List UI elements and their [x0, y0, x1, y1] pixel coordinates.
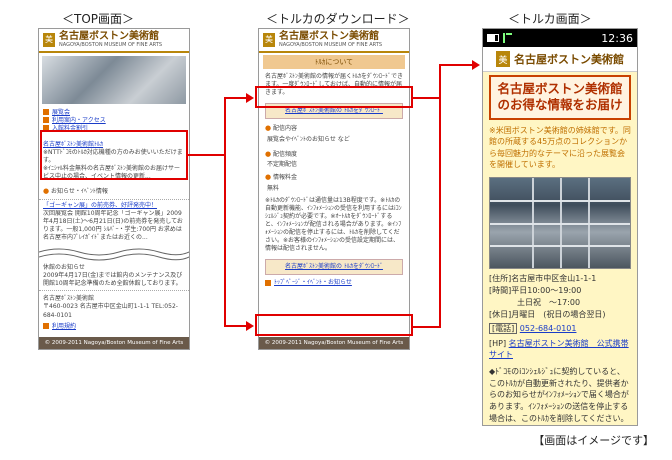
site-header: 美 名古屋ボストン美術館 NAGOYA/BOSTON MUSEUM OF FIN…	[259, 29, 409, 53]
site-header: 美 名古屋ボストン美術館 NAGOYA/BOSTON MUSEUM OF FIN…	[39, 29, 189, 53]
menu-bullet-icon	[43, 117, 49, 124]
notes-text: ※ﾄﾙｶのﾀﾞｳﾝﾛｰﾄﾞは通信量は13B程度です。※ﾄﾙｶの自動更新機能、ｲﾝ…	[265, 196, 402, 253]
intro-text: ※米国ボストン美術館の姉妹館です。同館の所蔵する45万点のコレクションから毎回魅…	[489, 125, 631, 170]
closed-text: 2009年4月17日(金)までは館内のメンテナンス及び開館10周年記念準備のため…	[43, 272, 183, 288]
arrow-line	[413, 97, 441, 99]
arrow-line	[224, 97, 226, 156]
torca-screen: 12:36 美 名古屋ボストン美術館 名古屋ボストン美術館 のお得な情報をお届け…	[482, 28, 638, 426]
arrow-line	[413, 326, 441, 328]
site-subtitle: NAGOYA/BOSTON MUSEUM OF FINE ARTS	[279, 41, 383, 48]
clock: 12:36	[601, 31, 633, 45]
tel-label: [電話]	[489, 322, 518, 334]
address-text: [住所]名古屋市中区金山1-1-1	[489, 273, 597, 283]
phone-status-bar: 12:36	[483, 29, 637, 47]
hp-link[interactable]: 名古屋ボストン美術館 公式携帯サイト	[489, 339, 629, 359]
arrow-line	[188, 154, 226, 156]
site-title: 名古屋ボストン美術館	[279, 31, 379, 42]
content-text: 展覧会やｲﾍﾞﾝﾄのお知らせ など	[267, 135, 350, 143]
terms-link-row[interactable]: 利用規約	[43, 323, 185, 331]
freq-text: 不定期配信	[267, 161, 298, 169]
info-block: [住所]名古屋市中区金山1-1-1 [時間]平日10:00～19:00 土日祝 …	[483, 273, 637, 321]
arrow-line	[439, 64, 473, 66]
arrow-line	[224, 156, 226, 326]
hours-weekend: 土日祝 ～17:00	[517, 297, 581, 307]
arrow-head-icon	[246, 321, 254, 331]
menu-item-access[interactable]: 利用案内・アクセス	[43, 117, 185, 125]
site-title: 名古屋ボストン美術館	[59, 31, 159, 42]
closed-notice: 休館のお知らせ 2009年4月17日(金)までは館内のメンテナンス及び開館10周…	[39, 262, 189, 290]
info-link-row[interactable]: ● お知らせ・ｲﾍﾞﾝﾄ情報	[39, 184, 189, 199]
footer-copyright: © 2009-2011 Nagoya/Boston Museum of Fine…	[259, 337, 409, 349]
caption-top: ＜TOP画面＞	[62, 12, 135, 26]
museum-photo	[489, 176, 631, 269]
caption-download: ＜トルカのダウンロード＞	[266, 12, 410, 26]
arrow-line	[224, 97, 248, 99]
fee-label: 情報料金	[273, 174, 298, 182]
menu-bullet-icon	[43, 109, 49, 116]
exhibit-news: 「ゴーギャン展」の前売券、好評発売中！ 次回展覧会 開館10周年記念「ゴーギャン…	[39, 198, 189, 244]
download-link-bottom[interactable]: 名古屋ﾎﾞｽﾄﾝ美術館の ﾄﾙｶをﾀﾞｳﾝﾛｰﾄﾞ	[265, 259, 403, 276]
banner-line2: のお得な情報をお届け	[497, 97, 623, 113]
tel-link[interactable]: 052-684-0101	[520, 324, 577, 333]
banner-line1: 名古屋ボストン美術館	[497, 81, 623, 96]
hp-row[interactable]: [HP] 名古屋ボストン美術館 公式携帯サイト	[483, 336, 637, 362]
exhibit-text: 次回展覧会 開館10周年記念「ゴーギャン展」2009年4月18日(土)～6月21…	[43, 210, 183, 242]
arrow-head-icon	[246, 93, 254, 103]
info-link: お知らせ・ｲﾍﾞﾝﾄ情報	[51, 187, 108, 195]
menu-bullet-icon	[265, 279, 271, 286]
content-label: 配信内容	[273, 125, 298, 133]
menu-item-exhibition[interactable]: 展覧会	[43, 109, 185, 117]
terms-link: 利用規約	[52, 322, 77, 330]
hero-photo	[42, 55, 186, 104]
address-block: 名古屋ﾎﾞｽﾄﾝ美術館 〒460-0023 名古屋市中区金山町1-1-1 TEL…	[39, 290, 189, 334]
arrow-head-icon	[472, 60, 480, 70]
arrow-line	[439, 64, 441, 328]
signal-icon	[503, 33, 512, 43]
closed-title: 休館のお知らせ	[43, 264, 85, 272]
section-title: ﾄﾙｶについて	[263, 54, 405, 69]
top-screen: 美 名古屋ボストン美術館 NAGOYA/BOSTON MUSEUM OF FIN…	[38, 28, 190, 350]
torn-edge	[39, 248, 189, 261]
battery-icon	[487, 34, 499, 42]
back-link[interactable]: ﾄｯﾌﾟﾍﾟｰｼﾞ・ｲﾍﾞﾝﾄ・お知らせ	[259, 278, 409, 288]
app-title: 名古屋ボストン美術館	[514, 53, 624, 66]
address-text: 〒460-0023 名古屋市中区金山町1-1-1 TEL:052-684-010…	[43, 303, 178, 319]
highlight-download-top	[255, 86, 413, 108]
exhibit-title[interactable]: 「ゴーギャン展」の前売券、好評発売中！	[43, 202, 185, 210]
promo-banner: 名古屋ボストン美術館 のお得な情報をお届け	[489, 75, 631, 120]
dot-icon: ●	[265, 124, 272, 133]
highlight-torca-box	[40, 130, 188, 180]
service-notice: ◆ﾄﾞｺﾓのiｺﾝｼｪﾙｼﾞｭに契約していると、このﾄﾙｶが自動更新されたり、提…	[489, 367, 629, 423]
highlight-download-bottom	[255, 314, 413, 336]
dot-icon: ●	[265, 173, 272, 182]
dot-icon: ●	[43, 186, 50, 195]
arrow-line	[224, 325, 248, 327]
freq-label: 配信頻度	[273, 150, 298, 158]
caption-torca: ＜トルカ画面＞	[508, 12, 592, 26]
fee-text: 無料	[267, 184, 280, 192]
dot-icon: ●	[265, 149, 272, 158]
museum-logo-icon: 美	[43, 32, 55, 47]
app-title-bar: 美 名古屋ボストン美術館	[483, 47, 637, 72]
menu-bullet-icon	[43, 323, 49, 330]
footer-copyright: © 2009-2011 Nagoya/Boston Museum of Fine…	[39, 337, 189, 349]
hp-label: [HP]	[489, 338, 507, 348]
hours-weekday: [時間]平日10:00～19:00	[489, 285, 582, 295]
museum-logo-icon: 美	[263, 32, 275, 47]
museum-logo-icon: 美	[496, 51, 510, 67]
closed-days: [休日]月曜日 (祝日の場合翌日)	[489, 309, 606, 319]
tel-row[interactable]: [電話] 052-684-0101	[483, 321, 637, 336]
site-subtitle: NAGOYA/BOSTON MUSEUM OF FINE ARTS	[59, 41, 163, 48]
download-screen: 美 名古屋ボストン美術館 NAGOYA/BOSTON MUSEUM OF FIN…	[258, 28, 410, 350]
image-note: 【画面はイメージです】	[533, 434, 654, 447]
